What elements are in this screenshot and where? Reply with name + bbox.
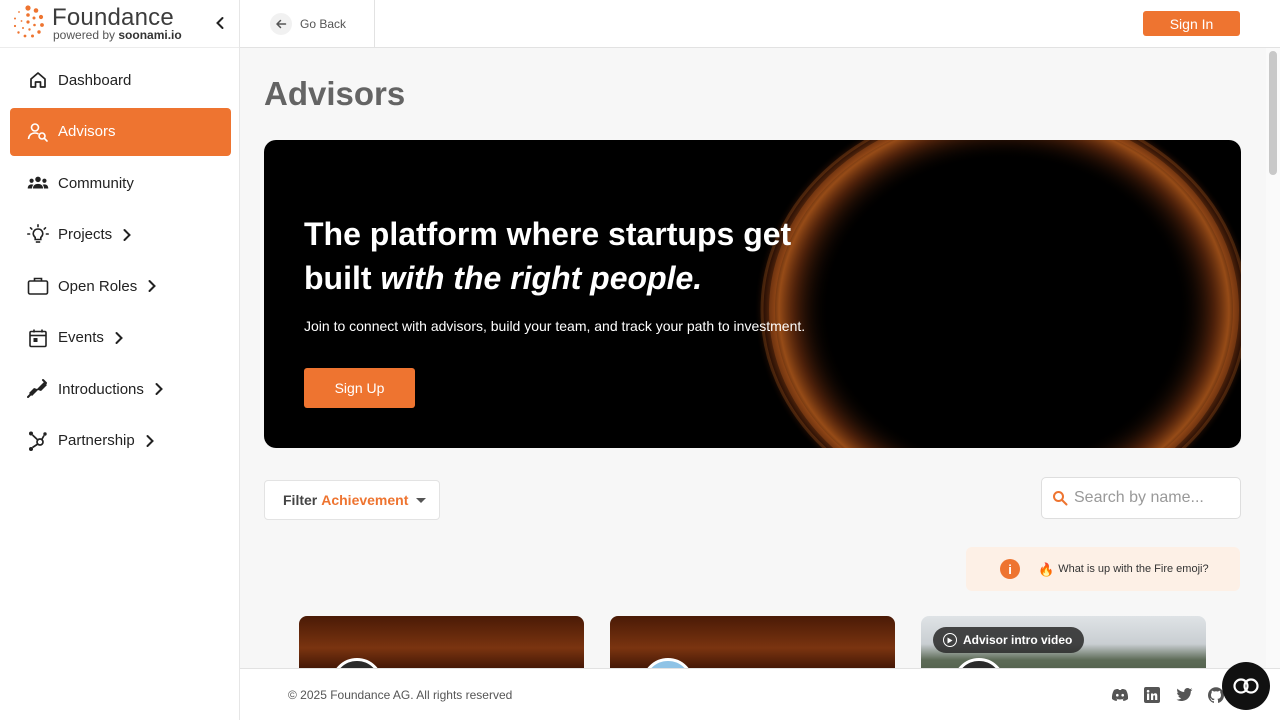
brand-header: Foundance powered by soonami.io [0, 0, 239, 48]
avatar [331, 658, 383, 668]
sidebar: Foundance powered by soonami.io Dashboar… [0, 0, 240, 720]
chevron-right-icon [122, 228, 132, 242]
advisor-intro-video-button[interactable]: Advisor intro video [933, 627, 1085, 653]
sidebar-item-label: Introductions [58, 380, 144, 398]
topbar-divider [374, 0, 375, 47]
chevron-right-icon [145, 434, 155, 448]
sidebar-item-advisors[interactable]: Advisors [10, 107, 231, 156]
hero-subtitle: Join to connect with advisors, build you… [304, 318, 806, 334]
sidebar-nav: Dashboard Advisors Community Projects Op… [10, 56, 231, 468]
chevron-left-icon [216, 17, 224, 29]
advisor-card[interactable] [299, 616, 584, 668]
scrollbar-thumb[interactable] [1269, 51, 1277, 175]
foundance-logo-icon [13, 5, 44, 38]
sign-up-button[interactable]: Sign Up [304, 368, 415, 408]
hub-icon [27, 430, 49, 452]
sidebar-item-projects[interactable]: Projects [10, 211, 231, 259]
info-icon: i [1000, 559, 1020, 579]
sidebar-item-label: Advisors [58, 123, 116, 140]
fire-emoji-info[interactable]: i 🔥 What is up with the Fire emoji? [966, 547, 1240, 591]
copyright-text: © 2025 Foundance AG. All rights reserved [288, 688, 513, 702]
page-title: Advisors [264, 75, 406, 112]
sidebar-item-introductions[interactable]: Introductions [10, 365, 231, 413]
sidebar-item-label: Open Roles [58, 277, 138, 295]
handshake-icon [27, 378, 49, 400]
hero-banner: The platform where startups get built wi… [264, 140, 1241, 448]
main-content: Advisors The platform where startups get… [240, 48, 1266, 668]
sidebar-item-label: Dashboard [58, 71, 132, 89]
sidebar-item-events[interactable]: Events [10, 314, 231, 362]
lightbulb-icon [27, 223, 49, 246]
video-chip-label: Advisor intro video [963, 633, 1073, 647]
footer: © 2025 Foundance AG. All rights reserved [240, 668, 1280, 720]
sidebar-item-label: Projects [58, 226, 113, 243]
discord-icon[interactable] [1111, 686, 1129, 704]
twitter-icon[interactable] [1175, 686, 1193, 704]
chevron-right-icon [147, 279, 157, 293]
chat-widget-button[interactable] [1222, 662, 1270, 710]
chevron-right-icon [154, 382, 164, 396]
filter-dropdown[interactable]: Filter Achievement [264, 480, 440, 520]
chat-icon [1233, 678, 1259, 694]
hero-title-line1: The platform where startups get [304, 216, 792, 252]
avatar [642, 658, 694, 668]
advisor-card[interactable] [610, 616, 895, 668]
sign-in-button[interactable]: Sign In [1143, 11, 1240, 36]
filter-value: Achievement [321, 492, 409, 508]
sidebar-item-open-roles[interactable]: Open Roles [10, 262, 231, 310]
sidebar-item-dashboard[interactable]: Dashboard [10, 56, 231, 104]
sidebar-item-label: Partnership [58, 432, 135, 449]
brand-powered-by: powered by soonami.io [53, 29, 182, 42]
person-search-icon [27, 121, 49, 143]
sidebar-item-label: Community [58, 174, 134, 192]
go-back-button[interactable]: Go Back [270, 12, 346, 36]
filter-label: Filter [283, 492, 318, 508]
calendar-icon [27, 327, 49, 349]
vertical-scrollbar[interactable] [1266, 48, 1280, 668]
powered-brand: soonami.io [118, 28, 182, 42]
collapse-sidebar-button[interactable] [210, 13, 230, 33]
group-icon [27, 172, 49, 194]
play-icon [943, 633, 957, 647]
fire-icon: 🔥 [1038, 561, 1055, 577]
sidebar-item-partnership[interactable]: Partnership [10, 417, 231, 465]
briefcase-icon [27, 275, 49, 297]
search-icon [1053, 491, 1068, 506]
sidebar-item-community[interactable]: Community [10, 159, 231, 207]
home-icon [27, 69, 49, 91]
hero-title: The platform where startups get built wi… [304, 212, 844, 300]
arrow-left-icon [270, 13, 292, 35]
search-input[interactable] [1074, 489, 1234, 507]
sidebar-item-label: Events [58, 329, 104, 346]
top-bar: Go Back Sign In [240, 0, 1280, 48]
go-back-label: Go Back [300, 17, 347, 31]
fire-info-text: What is up with the Fire emoji? [1058, 563, 1209, 575]
advisor-card[interactable]: Advisor intro video [921, 616, 1206, 668]
chevron-right-icon [114, 331, 124, 345]
avatar [953, 658, 1005, 668]
search-box [1041, 477, 1241, 519]
caret-down-icon [416, 497, 427, 503]
linkedin-icon[interactable] [1143, 686, 1161, 704]
hero-title-emphasis: with the right people. [380, 260, 703, 296]
powered-prefix: powered by [53, 28, 119, 42]
hero-title-line2: built [304, 260, 381, 296]
